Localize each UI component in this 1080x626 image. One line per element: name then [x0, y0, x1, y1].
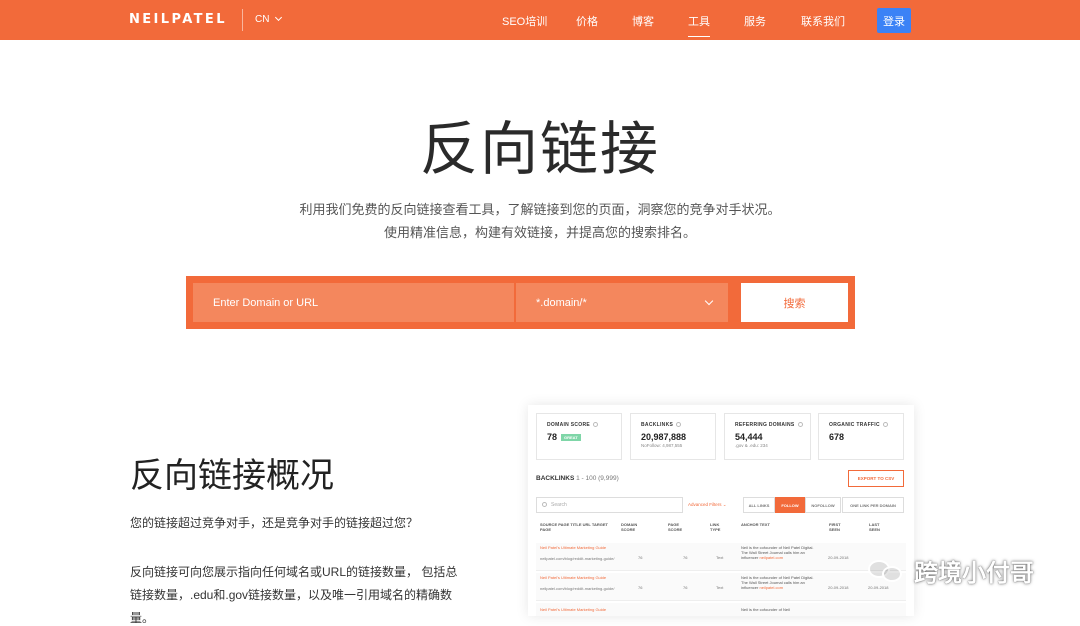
row-title-link[interactable]: Neil Patel's Ultimate Marketing Guide [540, 575, 620, 580]
stat-value: 54,444 [735, 432, 763, 442]
overview-text-line-1: 反向链接可向您展示指向任何域名或URL的链接数量， 包括总 [130, 565, 458, 579]
anchor-link[interactable]: neilpatel.com [759, 555, 783, 560]
column-header-source: SOURCE PAGE TITLE URL TARGET PAGE [540, 522, 609, 532]
chevron-down-icon [704, 296, 714, 306]
row-first-seen: 20-09-2018 [828, 555, 849, 560]
column-header-domain-score[interactable]: DOMAIN SCORE [621, 522, 645, 532]
row-page-score: 76 [683, 585, 688, 590]
export-csv-button[interactable]: EXPORT TO CSV [848, 470, 904, 487]
divider [242, 9, 243, 31]
nav-item-services[interactable]: 服务 [744, 13, 766, 29]
row-link-type: Text [716, 585, 724, 590]
info-icon [882, 422, 888, 428]
backlinks-heading: BACKLINKS 1 - 100 (9,999) [536, 475, 619, 482]
login-button[interactable]: 登录 [877, 8, 911, 33]
stat-note: .gov & .edu: 234 [735, 443, 768, 448]
nav-item-tools[interactable]: 工具 [688, 13, 710, 37]
logo[interactable]: NEILPATEL [129, 12, 227, 27]
hero-subtitle-line-2: 使用精准信息，构建有效链接，并提高您的搜索排名。 [383, 226, 696, 241]
row-page-score: 76 [683, 555, 688, 560]
overview-text-line-3: 量。 [130, 611, 155, 625]
stat-label: DOMAIN SCORE [547, 422, 591, 428]
overview-question: 您的链接超过竞争对手，还是竞争对手的链接超过您？ [130, 516, 419, 530]
backlinks-title: BACKLINKS [536, 475, 575, 482]
search-button[interactable]: 搜索 [741, 283, 848, 322]
filter-follow[interactable]: FOLLOW [775, 497, 805, 513]
stat-organic-traffic: ORGANIC TRAFFIC 678 [818, 413, 904, 460]
language-selector[interactable]: CN [255, 13, 283, 25]
watermark-text: 跨境小付哥 [914, 560, 1034, 587]
row-domain-score: 76 [638, 555, 643, 560]
stat-backlinks: BACKLINKS 20,987,888 NoFollow: 4,987,555 [630, 413, 716, 460]
anchor-link[interactable]: neilpatel.com [759, 585, 783, 590]
overview-text-line-2: 链接数量，.edu和.gov链接数量，以及唯一引用域名的精确数 [130, 588, 453, 602]
backlinks-preview-card: DOMAIN SCORE 78 GREAT BACKLINKS 20,987,88… [528, 405, 914, 616]
filter-nofollow[interactable]: NOFOLLOW [805, 497, 841, 513]
row-url: neilpatel.com/blog/reddit-marketing-guid… [540, 556, 615, 561]
stat-value: 20,987,888 [641, 432, 687, 442]
stat-value: 678 [829, 432, 845, 442]
search-icon [542, 502, 547, 507]
stat-label: REFERRING DOMAINS [735, 422, 795, 428]
row-link-type: Text [716, 555, 724, 560]
overview-title: 反向链接概况 [130, 456, 334, 496]
row-domain-score: 76 [638, 585, 643, 590]
row-url: neilpatel.com/blog/reddit-marketing-guid… [540, 586, 615, 591]
column-header-first-seen[interactable]: FIRST SEEN [829, 522, 849, 532]
info-icon [797, 422, 803, 428]
stat-referring-domains: REFERRING DOMAINS 54,444 .gov & .edu: 23… [724, 413, 811, 460]
row-anchor-text: Neil is the cofounder of Neil Patel Digi… [741, 545, 819, 560]
stat-note: NoFollow: 4,987,555 [641, 443, 683, 448]
nav-item-contact[interactable]: 联系我们 [801, 13, 845, 29]
column-header-last-seen[interactable]: LAST SEEN [869, 522, 889, 532]
wechat-icon [866, 556, 906, 586]
info-icon [676, 422, 682, 428]
column-header-link-type[interactable]: LINK TYPE [710, 522, 728, 532]
watermark: 跨境小付哥 [866, 553, 1034, 588]
filter-all-links[interactable]: ALL LINKS [743, 497, 775, 513]
row-title-link[interactable]: Neil Patel's Ultimate Marketing Guide [540, 607, 620, 612]
column-header-page-score[interactable]: PAGE SCORE [668, 522, 688, 532]
search-placeholder: Search [551, 502, 567, 508]
page-title: 反向链接 [419, 115, 660, 183]
top-navbar: NEILPATEL CN SEO培训 价格 博客 工具 服务 联系我们 登录 [0, 0, 1080, 40]
stat-domain-score: DOMAIN SCORE 78 GREAT [536, 413, 622, 460]
scope-select-value: *.domain/* [536, 296, 587, 309]
stat-label: BACKLINKS [641, 422, 674, 428]
hero-subtitle-line-1: 利用我们免费的反向链接查看工具，了解链接到您的页面，洞察您的竞争对手状况。 [299, 203, 781, 218]
domain-input[interactable]: Enter Domain or URL [193, 283, 514, 322]
chevron-down-icon [275, 13, 283, 22]
column-header-anchor-text: ANCHOR TEXT [741, 522, 770, 527]
nav-item-seo-training[interactable]: SEO培训 [502, 13, 547, 29]
nav-item-blog[interactable]: 博客 [632, 13, 654, 29]
backlinks-search-input[interactable]: Search [536, 497, 683, 513]
info-icon [593, 422, 599, 428]
nav-item-pricing[interactable]: 价格 [576, 13, 598, 29]
scope-select[interactable]: *.domain/* [516, 283, 728, 322]
row-first-seen: 20-09-2018 [828, 585, 849, 590]
filter-one-link-per-domain[interactable]: ONE LINK PER DOMAIN [842, 497, 904, 513]
backlinks-range: 1 - 100 (9,999) [576, 475, 619, 482]
advanced-filters-link[interactable]: Advanced Filters ⌄ [688, 502, 727, 508]
status-badge: GREAT [561, 434, 581, 442]
stat-value: 78 [547, 432, 558, 442]
row-title-link[interactable]: Neil Patel's Ultimate Marketing Guide [540, 545, 620, 550]
stat-label: ORGANIC TRAFFIC [829, 422, 880, 428]
row-anchor-text: Neil is the cofounder of Neil Patel Digi… [741, 575, 819, 590]
language-label: CN [255, 14, 270, 25]
row-anchor-text: Neil is the cofounder of Neil [741, 607, 790, 612]
